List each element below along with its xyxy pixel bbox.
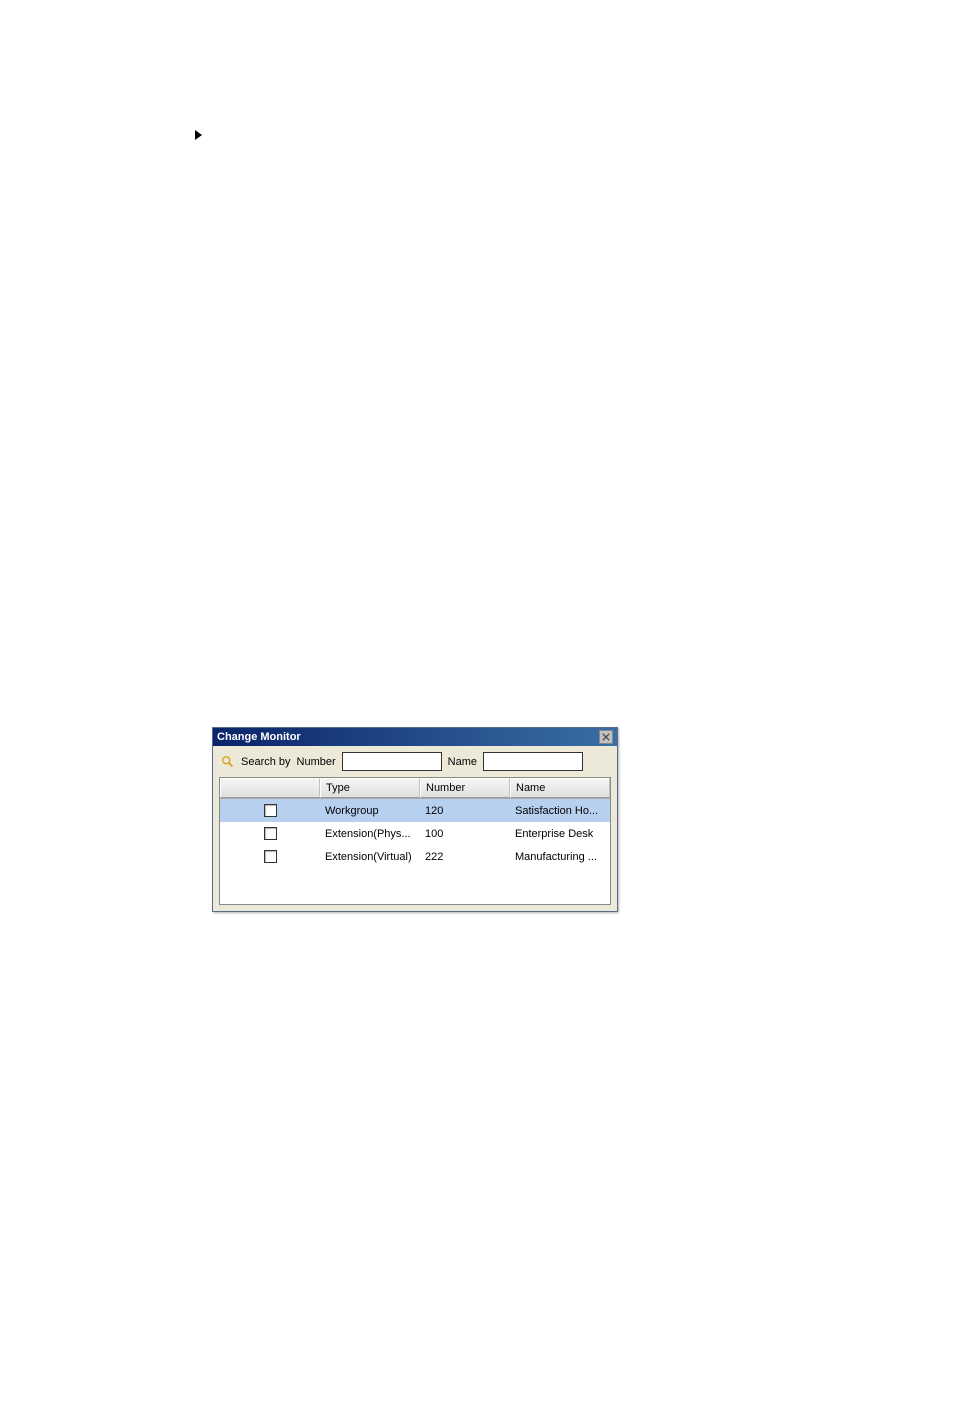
search-bar: Search by Number Name xyxy=(213,746,617,777)
row-checkbox[interactable] xyxy=(264,850,277,863)
search-by-label: Search by xyxy=(241,756,291,768)
row-name: Satisfaction Ho... xyxy=(510,802,610,820)
header-name[interactable]: Name xyxy=(510,778,610,798)
grid-header: Type Number Name xyxy=(220,778,610,799)
arrow-icon xyxy=(195,130,202,140)
grid-body: Workgroup 120 Satisfaction Ho... Extensi… xyxy=(220,799,610,904)
row-name: Enterprise Desk xyxy=(510,825,610,843)
header-check[interactable] xyxy=(220,778,320,798)
name-input[interactable] xyxy=(483,752,583,771)
row-checkbox-cell xyxy=(220,801,320,820)
results-grid: Type Number Name Workgroup 120 Satisfact… xyxy=(219,777,611,905)
row-type: Workgroup xyxy=(320,802,420,820)
number-input[interactable] xyxy=(342,752,442,771)
titlebar[interactable]: Change Monitor xyxy=(213,728,617,746)
name-label: Name xyxy=(448,756,477,768)
header-type[interactable]: Type xyxy=(320,778,420,798)
row-checkbox-cell xyxy=(220,824,320,843)
table-area: Type Number Name Workgroup 120 Satisfact… xyxy=(213,777,617,911)
table-row[interactable]: Workgroup 120 Satisfaction Ho... xyxy=(220,799,610,822)
search-icon xyxy=(221,755,235,769)
header-number[interactable]: Number xyxy=(420,778,510,798)
row-checkbox-cell xyxy=(220,847,320,866)
row-name: Manufacturing ... xyxy=(510,848,610,866)
row-number: 222 xyxy=(420,848,510,866)
change-monitor-dialog: Change Monitor Search by Number Name Typ… xyxy=(212,727,618,912)
table-row[interactable]: Extension(Virtual) 222 Manufacturing ... xyxy=(220,845,610,868)
dialog-title: Change Monitor xyxy=(217,731,301,743)
row-number: 120 xyxy=(420,802,510,820)
row-type: Extension(Phys... xyxy=(320,825,420,843)
row-type: Extension(Virtual) xyxy=(320,848,420,866)
close-button[interactable] xyxy=(599,730,613,744)
row-checkbox[interactable] xyxy=(264,804,277,817)
row-number: 100 xyxy=(420,825,510,843)
number-label: Number xyxy=(297,756,336,768)
table-row[interactable]: Extension(Phys... 100 Enterprise Desk xyxy=(220,822,610,845)
row-checkbox[interactable] xyxy=(264,827,277,840)
